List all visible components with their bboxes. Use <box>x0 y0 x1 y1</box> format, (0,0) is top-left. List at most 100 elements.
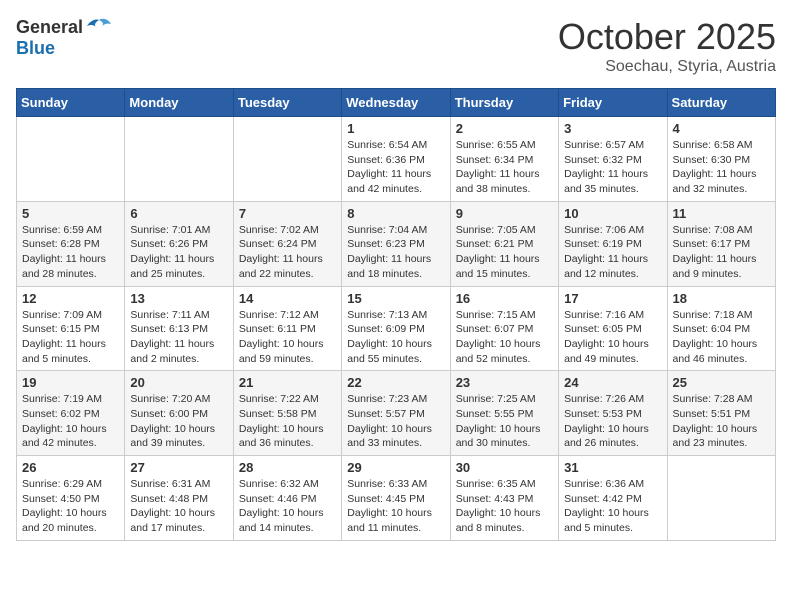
table-row: 27Sunrise: 6:31 AM Sunset: 4:48 PM Dayli… <box>125 456 233 541</box>
day-number: 2 <box>456 121 553 136</box>
day-number: 20 <box>130 375 227 390</box>
col-saturday: Saturday <box>667 89 775 117</box>
day-info: Sunrise: 6:55 AM Sunset: 6:34 PM Dayligh… <box>456 138 553 197</box>
table-row: 4 Sunrise: 6:58 AM Sunset: 6:30 PM Daylig… <box>667 117 775 202</box>
day-info: Sunrise: 7:26 AM Sunset: 5:53 PM Dayligh… <box>564 392 661 451</box>
table-row: 22 Sunrise: 7:23 AM Sunset: 5:57 PM Dayli… <box>342 371 450 456</box>
day-info: Sunrise: 6:54 AM Sunset: 6:36 PM Dayligh… <box>347 138 444 197</box>
day-info: Sunrise: 7:12 AM Sunset: 6:11 PM Dayligh… <box>239 308 336 367</box>
day-info: Sunrise: 7:06 AM Sunset: 6:19 PM Dayligh… <box>564 223 661 282</box>
day-number: 15 <box>347 291 444 306</box>
day-info: Sunrise: 6:29 AM Sunset: 4:50 PM Dayligh… <box>22 477 119 536</box>
day-info: Sunrise: 7:08 AM Sunset: 6:17 PM Dayligh… <box>673 223 770 282</box>
day-number: 11 <box>673 206 770 221</box>
col-sunday: Sunday <box>17 89 125 117</box>
day-number: 18 <box>673 291 770 306</box>
day-info: Sunrise: 6:36 AM Sunset: 4:42 PM Dayligh… <box>564 477 661 536</box>
day-info: Sunrise: 7:09 AM Sunset: 6:15 PM Dayligh… <box>22 308 119 367</box>
location-subtitle: Soechau, Styria, Austria <box>558 58 776 76</box>
day-number: 1 <box>347 121 444 136</box>
day-info: Sunrise: 7:02 AM Sunset: 6:24 PM Dayligh… <box>239 223 336 282</box>
col-wednesday: Wednesday <box>342 89 450 117</box>
day-number: 9 <box>456 206 553 221</box>
col-thursday: Thursday <box>450 89 558 117</box>
table-row: 13 Sunrise: 7:11 AM Sunset: 6:13 PM Dayli… <box>125 286 233 371</box>
table-row: 6 Sunrise: 7:01 AM Sunset: 6:26 PM Daylig… <box>125 201 233 286</box>
day-number: 26 <box>22 460 119 475</box>
table-row: 19 Sunrise: 7:19 AM Sunset: 6:02 PM Dayli… <box>17 371 125 456</box>
day-info: Sunrise: 6:58 AM Sunset: 6:30 PM Dayligh… <box>673 138 770 197</box>
col-tuesday: Tuesday <box>233 89 341 117</box>
page-header: General Blue October 2025 Soechau, Styri… <box>16 16 776 76</box>
table-row: 30Sunrise: 6:35 AM Sunset: 4:43 PM Dayli… <box>450 456 558 541</box>
day-number: 14 <box>239 291 336 306</box>
day-info: Sunrise: 7:16 AM Sunset: 6:05 PM Dayligh… <box>564 308 661 367</box>
table-row: 15 Sunrise: 7:13 AM Sunset: 6:09 PM Dayli… <box>342 286 450 371</box>
table-row: 3Sunrise: 6:57 AM Sunset: 6:32 PM Daylig… <box>559 117 667 202</box>
table-row <box>233 117 341 202</box>
day-info: Sunrise: 7:23 AM Sunset: 5:57 PM Dayligh… <box>347 392 444 451</box>
day-number: 19 <box>22 375 119 390</box>
title-block: October 2025 Soechau, Styria, Austria <box>558 16 776 76</box>
day-info: Sunrise: 7:13 AM Sunset: 6:09 PM Dayligh… <box>347 308 444 367</box>
table-row: 16Sunrise: 7:15 AM Sunset: 6:07 PM Dayli… <box>450 286 558 371</box>
table-row: 21 Sunrise: 7:22 AM Sunset: 5:58 PM Dayli… <box>233 371 341 456</box>
table-row: 12 Sunrise: 7:09 AM Sunset: 6:15 PM Dayli… <box>17 286 125 371</box>
day-number: 17 <box>564 291 661 306</box>
day-number: 10 <box>564 206 661 221</box>
day-info: Sunrise: 6:59 AM Sunset: 6:28 PM Dayligh… <box>22 223 119 282</box>
day-number: 22 <box>347 375 444 390</box>
day-number: 29 <box>347 460 444 475</box>
day-number: 6 <box>130 206 227 221</box>
logo-bird-icon <box>85 16 113 38</box>
table-row: 24 Sunrise: 7:26 AM Sunset: 5:53 PM Dayli… <box>559 371 667 456</box>
table-row: 25 Sunrise: 7:28 AM Sunset: 5:51 PM Dayli… <box>667 371 775 456</box>
day-number: 25 <box>673 375 770 390</box>
col-friday: Friday <box>559 89 667 117</box>
day-number: 23 <box>456 375 553 390</box>
table-row <box>125 117 233 202</box>
day-number: 21 <box>239 375 336 390</box>
day-info: Sunrise: 6:32 AM Sunset: 4:46 PM Dayligh… <box>239 477 336 536</box>
day-number: 7 <box>239 206 336 221</box>
day-info: Sunrise: 7:22 AM Sunset: 5:58 PM Dayligh… <box>239 392 336 451</box>
day-number: 31 <box>564 460 661 475</box>
day-number: 8 <box>347 206 444 221</box>
day-info: Sunrise: 7:11 AM Sunset: 6:13 PM Dayligh… <box>130 308 227 367</box>
day-number: 24 <box>564 375 661 390</box>
day-number: 12 <box>22 291 119 306</box>
logo: General Blue <box>16 16 113 59</box>
day-info: Sunrise: 7:05 AM Sunset: 6:21 PM Dayligh… <box>456 223 553 282</box>
table-row: 10 Sunrise: 7:06 AM Sunset: 6:19 PM Dayli… <box>559 201 667 286</box>
table-row: 9 Sunrise: 7:05 AM Sunset: 6:21 PM Daylig… <box>450 201 558 286</box>
month-title: October 2025 <box>558 16 776 58</box>
table-row: 5Sunrise: 6:59 AM Sunset: 6:28 PM Daylig… <box>17 201 125 286</box>
day-info: Sunrise: 7:20 AM Sunset: 6:00 PM Dayligh… <box>130 392 227 451</box>
day-number: 4 <box>673 121 770 136</box>
table-row <box>17 117 125 202</box>
table-row: 14 Sunrise: 7:12 AM Sunset: 6:11 PM Dayli… <box>233 286 341 371</box>
logo-general-text: General <box>16 17 83 38</box>
table-row: 29 Sunrise: 6:33 AM Sunset: 4:45 PM Dayli… <box>342 456 450 541</box>
day-info: Sunrise: 7:19 AM Sunset: 6:02 PM Dayligh… <box>22 392 119 451</box>
table-row: 1 Sunrise: 6:54 AM Sunset: 6:36 PM Daylig… <box>342 117 450 202</box>
day-info: Sunrise: 7:28 AM Sunset: 5:51 PM Dayligh… <box>673 392 770 451</box>
table-row: 2 Sunrise: 6:55 AM Sunset: 6:34 PM Daylig… <box>450 117 558 202</box>
day-number: 27 <box>130 460 227 475</box>
col-monday: Monday <box>125 89 233 117</box>
calendar-table: Sunday Monday Tuesday Wednesday Thursday… <box>16 88 776 541</box>
table-row: 11 Sunrise: 7:08 AM Sunset: 6:17 PM Dayli… <box>667 201 775 286</box>
day-info: Sunrise: 7:18 AM Sunset: 6:04 PM Dayligh… <box>673 308 770 367</box>
table-row <box>667 456 775 541</box>
day-info: Sunrise: 7:04 AM Sunset: 6:23 PM Dayligh… <box>347 223 444 282</box>
day-info: Sunrise: 6:35 AM Sunset: 4:43 PM Dayligh… <box>456 477 553 536</box>
day-info: Sunrise: 7:25 AM Sunset: 5:55 PM Dayligh… <box>456 392 553 451</box>
table-row: 8 Sunrise: 7:04 AM Sunset: 6:23 PM Daylig… <box>342 201 450 286</box>
day-number: 28 <box>239 460 336 475</box>
day-info: Sunrise: 7:15 AM Sunset: 6:07 PM Dayligh… <box>456 308 553 367</box>
day-info: Sunrise: 6:33 AM Sunset: 4:45 PM Dayligh… <box>347 477 444 536</box>
day-info: Sunrise: 7:01 AM Sunset: 6:26 PM Dayligh… <box>130 223 227 282</box>
table-row: 28 Sunrise: 6:32 AM Sunset: 4:46 PM Dayli… <box>233 456 341 541</box>
day-number: 13 <box>130 291 227 306</box>
day-info: Sunrise: 6:57 AM Sunset: 6:32 PM Dayligh… <box>564 138 661 197</box>
